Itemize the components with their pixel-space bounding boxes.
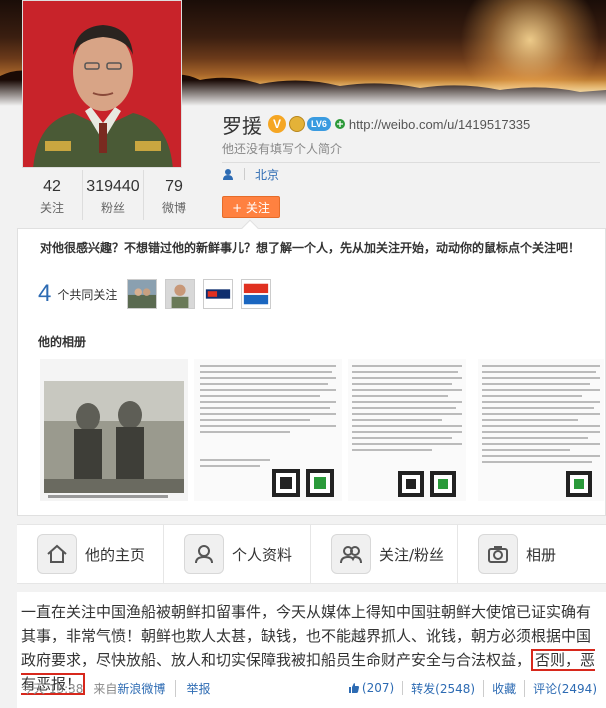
thumbs-up-icon: [348, 683, 359, 693]
mutual-avatar-3[interactable]: [203, 279, 234, 309]
followers-icon: [331, 534, 371, 574]
stat-following-label: 关注: [39, 201, 64, 215]
album-photo-2[interactable]: [194, 359, 342, 501]
profile-url-link[interactable]: http://weibo.com/u/1419517335: [349, 117, 530, 132]
mutual-follows: 4 个共同关注: [38, 279, 279, 309]
location-row: 北京: [222, 166, 279, 182]
profile-divider: [222, 162, 600, 163]
post-source: 来自新浪微博: [93, 680, 165, 697]
card-arrow: [241, 219, 259, 237]
favorite-button[interactable]: 收藏: [484, 679, 526, 697]
profile-name: 罗援: [222, 113, 262, 138]
stat-posts-label: 微博: [161, 201, 186, 215]
profile-nav: 他的主页 个人资料 关注/粉丝 相册: [17, 524, 606, 584]
tab-followers-label: 关注/粉丝: [379, 545, 445, 564]
level-badge[interactable]: LV6: [307, 117, 331, 131]
mutual-avatar-2[interactable]: [165, 279, 196, 309]
tab-album-label: 相册: [526, 545, 557, 564]
stat-followers[interactable]: 319440 粉丝: [83, 170, 144, 220]
tab-profile[interactable]: 个人资料: [164, 525, 311, 583]
stat-following[interactable]: 42 关注: [22, 170, 83, 220]
post-text-main: 一直在关注中国渔船被朝鲜扣留事件，今天从媒体上得知中国驻朝鲜大使馆已证实确有其事…: [21, 603, 592, 669]
mutual-count[interactable]: 4: [38, 280, 51, 308]
report-link[interactable]: 举报: [175, 679, 210, 697]
profile-icon: [184, 534, 224, 574]
tab-home[interactable]: 他的主页: [17, 525, 164, 583]
tab-followers[interactable]: 关注/粉丝: [311, 525, 458, 583]
album-photo-1[interactable]: [40, 359, 188, 501]
profile-name-row: 罗援 V LV6 http://weibo.com/u/1419517335: [222, 110, 530, 138]
avatar-photo: [23, 1, 181, 167]
camera-icon: [478, 534, 518, 574]
like-button[interactable]: (207): [340, 681, 404, 695]
post-meta: 今天 13:38 来自新浪微博 举报 (207) 转发(2548) 收藏 评论(…: [21, 678, 601, 698]
album-photo-3[interactable]: [348, 359, 466, 501]
profile-stats: 42 关注 319440 粉丝 79 微博: [22, 170, 204, 220]
follow-tip: 对他很感兴趣？不想错过他的新鲜事儿？想了解一个人，先从加关注开始，动动你的鼠标点…: [40, 241, 581, 255]
location-separator: [244, 168, 245, 180]
post-actions: (207) 转发(2548) 收藏 评论(2494): [340, 678, 597, 698]
stat-following-count: 42: [43, 178, 61, 195]
user-icon: [223, 169, 233, 180]
crown-icon[interactable]: [289, 116, 305, 132]
post-source-link[interactable]: 新浪微博: [117, 682, 165, 696]
recommendation-card: 对他很感兴趣？不想错过他的新鲜事儿？想了解一个人，先从加关注开始，动动你的鼠标点…: [17, 219, 606, 516]
stat-followers-count: 319440: [86, 178, 140, 195]
stat-followers-label: 粉丝: [100, 201, 125, 215]
tab-album[interactable]: 相册: [458, 525, 605, 583]
mutual-avatar-1[interactable]: [127, 279, 158, 309]
album-title: 他的相册: [38, 335, 87, 349]
follow-button[interactable]: + 关注: [222, 196, 280, 218]
post-time[interactable]: 今天 13:38: [21, 680, 83, 697]
link-icon: [334, 119, 345, 129]
tab-profile-label: 个人资料: [232, 545, 293, 564]
mutual-label: 个共同关注: [57, 287, 118, 302]
profile-bio: 他还没有填写个人简介: [222, 142, 343, 156]
album-photo-4[interactable]: [478, 359, 604, 501]
post-source-prefix: 来自: [93, 681, 118, 696]
weibo-post: 一直在关注中国渔船被朝鲜扣留事件，今天从媒体上得知中国驻朝鲜大使馆已证实确有其事…: [17, 592, 606, 708]
like-count: (207): [361, 681, 395, 695]
repost-button[interactable]: 转发(2548): [403, 679, 485, 697]
comment-button[interactable]: 评论(2494): [525, 680, 597, 697]
home-icon: [37, 534, 77, 574]
avatar[interactable]: [22, 0, 182, 168]
mutual-avatar-4[interactable]: [241, 279, 272, 309]
location-text[interactable]: 北京: [255, 166, 279, 183]
stat-posts-count: 79: [165, 178, 183, 195]
verified-icon[interactable]: V: [268, 115, 286, 133]
stat-posts[interactable]: 79 微博: [144, 170, 204, 220]
tab-home-label: 他的主页: [85, 545, 146, 564]
